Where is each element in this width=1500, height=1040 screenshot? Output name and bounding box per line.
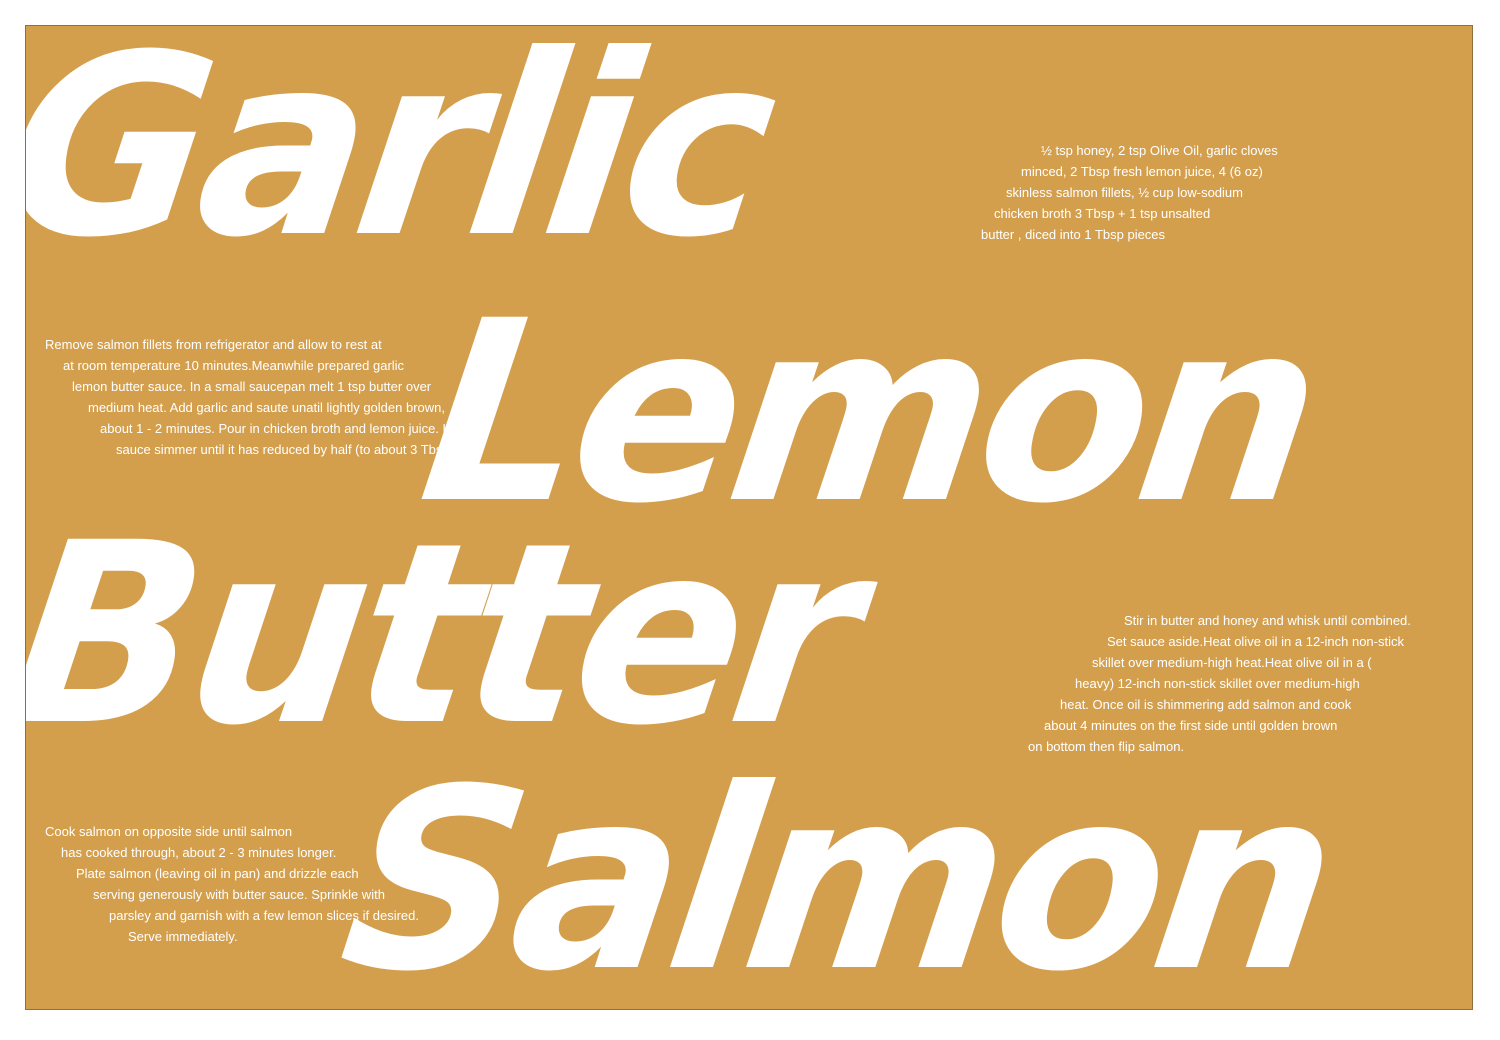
title-word-salmon: Salmon [328, 735, 1346, 1010]
step-3-line: parsley and garnish with a few lemon sli… [109, 908, 419, 923]
step-3-line: Serve immediately. [128, 929, 238, 944]
ingredients-line: butter , diced into 1 Tbsp pieces [981, 227, 1166, 242]
step-1-line: sauce simmer until it has reduced by hal… [116, 442, 454, 457]
ingredients-line: chicken broth 3 Tbsp + 1 tsp unsalted [994, 206, 1211, 221]
step-3-line: Cook salmon on opposite side until salmo… [45, 824, 293, 839]
step-2-line: heat. Once oil is shimmering add salmon … [1060, 697, 1352, 712]
step-2-line: Set sauce aside.Heat olive oil in a 12-i… [1107, 634, 1404, 649]
title-word-butter: Butter [25, 489, 871, 780]
step-1-line: medium heat. Add garlic and saute unatil… [88, 400, 445, 415]
ingredients-block: ½ tsp honey, 2 tsp Olive Oil, garlic clo… [981, 140, 1278, 245]
ingredients-line: minced, 2 Tbsp fresh lemon juice, 4 (6 o… [1021, 164, 1263, 179]
step-2-line: skillet over medium-high heat.Heat olive… [1092, 655, 1372, 670]
step-2-block: Stir in butter and honey and whisk until… [1028, 610, 1411, 757]
step-1-line: at room temperature 10 minutes.Meanwhile… [63, 358, 405, 373]
step-2-line: about 4 minutes on the first side until … [1044, 718, 1338, 733]
recipe-poster: Garlic Lemon Butter Salmon ½ tsp honey, … [25, 25, 1473, 1010]
step-3-block: Cook salmon on opposite side until salmo… [45, 821, 419, 947]
step-2-line: Stir in butter and honey and whisk until… [1124, 613, 1411, 628]
step-3-line: serving generously with butter sauce. Sp… [93, 887, 385, 902]
step-2-line: heavy) 12-inch non-stick skillet over me… [1075, 676, 1360, 691]
ingredients-line: skinless salmon fillets, ½ cup low-sodiu… [1006, 185, 1243, 200]
step-1-line: about 1 - 2 minutes. Pour in chicken bro… [100, 421, 461, 436]
step-3-line: has cooked through, about 2 - 3 minutes … [61, 845, 337, 860]
title-word-garlic: Garlic [25, 25, 785, 292]
step-3-line: Plate salmon (leaving oil in pan) and dr… [76, 866, 359, 881]
step-1-block: Remove salmon fillets from refrigerator … [45, 334, 461, 460]
step-1-line: lemon butter sauce. In a small saucepan … [72, 379, 432, 394]
step-1-line: Remove salmon fillets from refrigerator … [45, 337, 382, 352]
ingredients-line: ½ tsp honey, 2 tsp Olive Oil, garlic clo… [1041, 143, 1278, 158]
step-2-line: on bottom then flip salmon. [1028, 739, 1185, 754]
